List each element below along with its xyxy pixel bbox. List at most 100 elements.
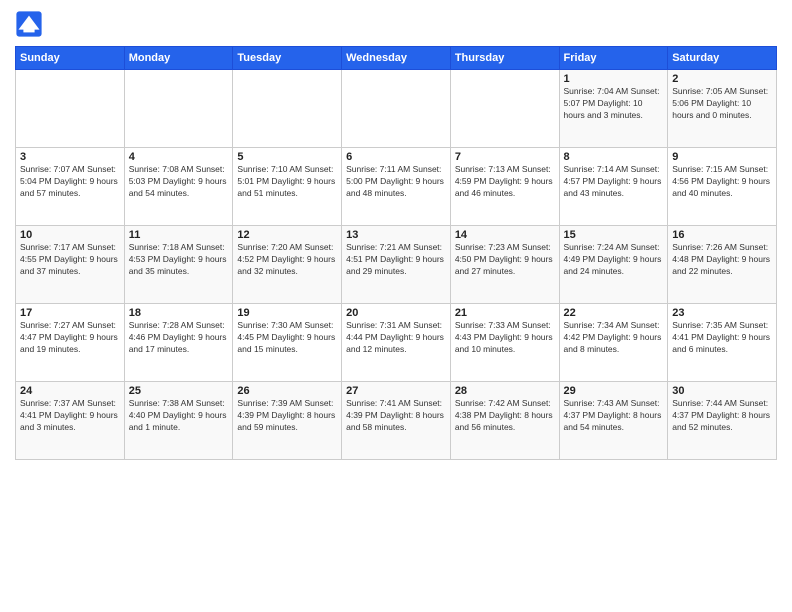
calendar-cell: 11Sunrise: 7:18 AM Sunset: 4:53 PM Dayli… bbox=[124, 226, 233, 304]
calendar-cell: 8Sunrise: 7:14 AM Sunset: 4:57 PM Daylig… bbox=[559, 148, 668, 226]
calendar-cell: 1Sunrise: 7:04 AM Sunset: 5:07 PM Daylig… bbox=[559, 70, 668, 148]
calendar-cell: 25Sunrise: 7:38 AM Sunset: 4:40 PM Dayli… bbox=[124, 382, 233, 460]
page-header bbox=[15, 10, 777, 38]
day-detail: Sunrise: 7:31 AM Sunset: 4:44 PM Dayligh… bbox=[346, 320, 446, 356]
day-detail: Sunrise: 7:20 AM Sunset: 4:52 PM Dayligh… bbox=[237, 242, 337, 278]
day-detail: Sunrise: 7:44 AM Sunset: 4:37 PM Dayligh… bbox=[672, 398, 772, 434]
day-number: 26 bbox=[237, 385, 337, 397]
calendar-cell: 15Sunrise: 7:24 AM Sunset: 4:49 PM Dayli… bbox=[559, 226, 668, 304]
calendar-cell: 2Sunrise: 7:05 AM Sunset: 5:06 PM Daylig… bbox=[668, 70, 777, 148]
calendar-header-row: SundayMondayTuesdayWednesdayThursdayFrid… bbox=[16, 47, 777, 70]
calendar-cell bbox=[233, 70, 342, 148]
calendar-cell: 24Sunrise: 7:37 AM Sunset: 4:41 PM Dayli… bbox=[16, 382, 125, 460]
day-number: 24 bbox=[20, 385, 120, 397]
calendar-cell: 12Sunrise: 7:20 AM Sunset: 4:52 PM Dayli… bbox=[233, 226, 342, 304]
day-number: 11 bbox=[129, 229, 229, 241]
day-detail: Sunrise: 7:26 AM Sunset: 4:48 PM Dayligh… bbox=[672, 242, 772, 278]
calendar-cell bbox=[124, 70, 233, 148]
day-number: 25 bbox=[129, 385, 229, 397]
day-detail: Sunrise: 7:05 AM Sunset: 5:06 PM Dayligh… bbox=[672, 86, 772, 122]
logo bbox=[15, 10, 47, 38]
weekday-header: Monday bbox=[124, 47, 233, 70]
day-detail: Sunrise: 7:17 AM Sunset: 4:55 PM Dayligh… bbox=[20, 242, 120, 278]
day-number: 22 bbox=[564, 307, 664, 319]
day-detail: Sunrise: 7:37 AM Sunset: 4:41 PM Dayligh… bbox=[20, 398, 120, 434]
day-number: 1 bbox=[564, 73, 664, 85]
day-detail: Sunrise: 7:35 AM Sunset: 4:41 PM Dayligh… bbox=[672, 320, 772, 356]
calendar-cell: 16Sunrise: 7:26 AM Sunset: 4:48 PM Dayli… bbox=[668, 226, 777, 304]
calendar-cell: 4Sunrise: 7:08 AM Sunset: 5:03 PM Daylig… bbox=[124, 148, 233, 226]
day-detail: Sunrise: 7:21 AM Sunset: 4:51 PM Dayligh… bbox=[346, 242, 446, 278]
day-number: 9 bbox=[672, 151, 772, 163]
calendar-cell: 17Sunrise: 7:27 AM Sunset: 4:47 PM Dayli… bbox=[16, 304, 125, 382]
calendar-cell: 3Sunrise: 7:07 AM Sunset: 5:04 PM Daylig… bbox=[16, 148, 125, 226]
day-number: 30 bbox=[672, 385, 772, 397]
day-detail: Sunrise: 7:34 AM Sunset: 4:42 PM Dayligh… bbox=[564, 320, 664, 356]
calendar-cell: 21Sunrise: 7:33 AM Sunset: 4:43 PM Dayli… bbox=[450, 304, 559, 382]
day-detail: Sunrise: 7:23 AM Sunset: 4:50 PM Dayligh… bbox=[455, 242, 555, 278]
day-detail: Sunrise: 7:24 AM Sunset: 4:49 PM Dayligh… bbox=[564, 242, 664, 278]
day-number: 20 bbox=[346, 307, 446, 319]
day-detail: Sunrise: 7:30 AM Sunset: 4:45 PM Dayligh… bbox=[237, 320, 337, 356]
logo-icon bbox=[15, 10, 43, 38]
calendar-cell bbox=[450, 70, 559, 148]
calendar-cell: 27Sunrise: 7:41 AM Sunset: 4:39 PM Dayli… bbox=[342, 382, 451, 460]
calendar-cell: 7Sunrise: 7:13 AM Sunset: 4:59 PM Daylig… bbox=[450, 148, 559, 226]
page-container: SundayMondayTuesdayWednesdayThursdayFrid… bbox=[0, 0, 792, 612]
day-number: 12 bbox=[237, 229, 337, 241]
calendar-cell: 22Sunrise: 7:34 AM Sunset: 4:42 PM Dayli… bbox=[559, 304, 668, 382]
weekday-header: Friday bbox=[559, 47, 668, 70]
calendar-week-row: 1Sunrise: 7:04 AM Sunset: 5:07 PM Daylig… bbox=[16, 70, 777, 148]
day-number: 8 bbox=[564, 151, 664, 163]
day-detail: Sunrise: 7:39 AM Sunset: 4:39 PM Dayligh… bbox=[237, 398, 337, 434]
calendar-week-row: 17Sunrise: 7:27 AM Sunset: 4:47 PM Dayli… bbox=[16, 304, 777, 382]
day-number: 27 bbox=[346, 385, 446, 397]
calendar-cell: 5Sunrise: 7:10 AM Sunset: 5:01 PM Daylig… bbox=[233, 148, 342, 226]
calendar-cell: 30Sunrise: 7:44 AM Sunset: 4:37 PM Dayli… bbox=[668, 382, 777, 460]
calendar-cell: 29Sunrise: 7:43 AM Sunset: 4:37 PM Dayli… bbox=[559, 382, 668, 460]
day-number: 13 bbox=[346, 229, 446, 241]
weekday-header: Saturday bbox=[668, 47, 777, 70]
calendar-cell: 20Sunrise: 7:31 AM Sunset: 4:44 PM Dayli… bbox=[342, 304, 451, 382]
day-number: 6 bbox=[346, 151, 446, 163]
day-detail: Sunrise: 7:28 AM Sunset: 4:46 PM Dayligh… bbox=[129, 320, 229, 356]
day-number: 19 bbox=[237, 307, 337, 319]
day-detail: Sunrise: 7:33 AM Sunset: 4:43 PM Dayligh… bbox=[455, 320, 555, 356]
day-detail: Sunrise: 7:08 AM Sunset: 5:03 PM Dayligh… bbox=[129, 164, 229, 200]
day-number: 3 bbox=[20, 151, 120, 163]
calendar-cell: 28Sunrise: 7:42 AM Sunset: 4:38 PM Dayli… bbox=[450, 382, 559, 460]
weekday-header: Sunday bbox=[16, 47, 125, 70]
weekday-header: Tuesday bbox=[233, 47, 342, 70]
day-detail: Sunrise: 7:41 AM Sunset: 4:39 PM Dayligh… bbox=[346, 398, 446, 434]
calendar-cell: 14Sunrise: 7:23 AM Sunset: 4:50 PM Dayli… bbox=[450, 226, 559, 304]
calendar-cell bbox=[16, 70, 125, 148]
day-detail: Sunrise: 7:18 AM Sunset: 4:53 PM Dayligh… bbox=[129, 242, 229, 278]
calendar-cell: 26Sunrise: 7:39 AM Sunset: 4:39 PM Dayli… bbox=[233, 382, 342, 460]
calendar-cell: 23Sunrise: 7:35 AM Sunset: 4:41 PM Dayli… bbox=[668, 304, 777, 382]
day-number: 2 bbox=[672, 73, 772, 85]
day-number: 28 bbox=[455, 385, 555, 397]
day-number: 16 bbox=[672, 229, 772, 241]
day-number: 4 bbox=[129, 151, 229, 163]
calendar-cell: 9Sunrise: 7:15 AM Sunset: 4:56 PM Daylig… bbox=[668, 148, 777, 226]
day-detail: Sunrise: 7:42 AM Sunset: 4:38 PM Dayligh… bbox=[455, 398, 555, 434]
day-number: 29 bbox=[564, 385, 664, 397]
day-number: 23 bbox=[672, 307, 772, 319]
calendar-week-row: 24Sunrise: 7:37 AM Sunset: 4:41 PM Dayli… bbox=[16, 382, 777, 460]
day-detail: Sunrise: 7:13 AM Sunset: 4:59 PM Dayligh… bbox=[455, 164, 555, 200]
calendar-cell: 6Sunrise: 7:11 AM Sunset: 5:00 PM Daylig… bbox=[342, 148, 451, 226]
weekday-header: Thursday bbox=[450, 47, 559, 70]
calendar-cell: 10Sunrise: 7:17 AM Sunset: 4:55 PM Dayli… bbox=[16, 226, 125, 304]
calendar-cell bbox=[342, 70, 451, 148]
calendar-cell: 13Sunrise: 7:21 AM Sunset: 4:51 PM Dayli… bbox=[342, 226, 451, 304]
day-number: 15 bbox=[564, 229, 664, 241]
day-detail: Sunrise: 7:04 AM Sunset: 5:07 PM Dayligh… bbox=[564, 86, 664, 122]
day-number: 7 bbox=[455, 151, 555, 163]
day-number: 5 bbox=[237, 151, 337, 163]
day-number: 21 bbox=[455, 307, 555, 319]
day-detail: Sunrise: 7:10 AM Sunset: 5:01 PM Dayligh… bbox=[237, 164, 337, 200]
weekday-header: Wednesday bbox=[342, 47, 451, 70]
day-number: 17 bbox=[20, 307, 120, 319]
day-detail: Sunrise: 7:07 AM Sunset: 5:04 PM Dayligh… bbox=[20, 164, 120, 200]
calendar-week-row: 10Sunrise: 7:17 AM Sunset: 4:55 PM Dayli… bbox=[16, 226, 777, 304]
